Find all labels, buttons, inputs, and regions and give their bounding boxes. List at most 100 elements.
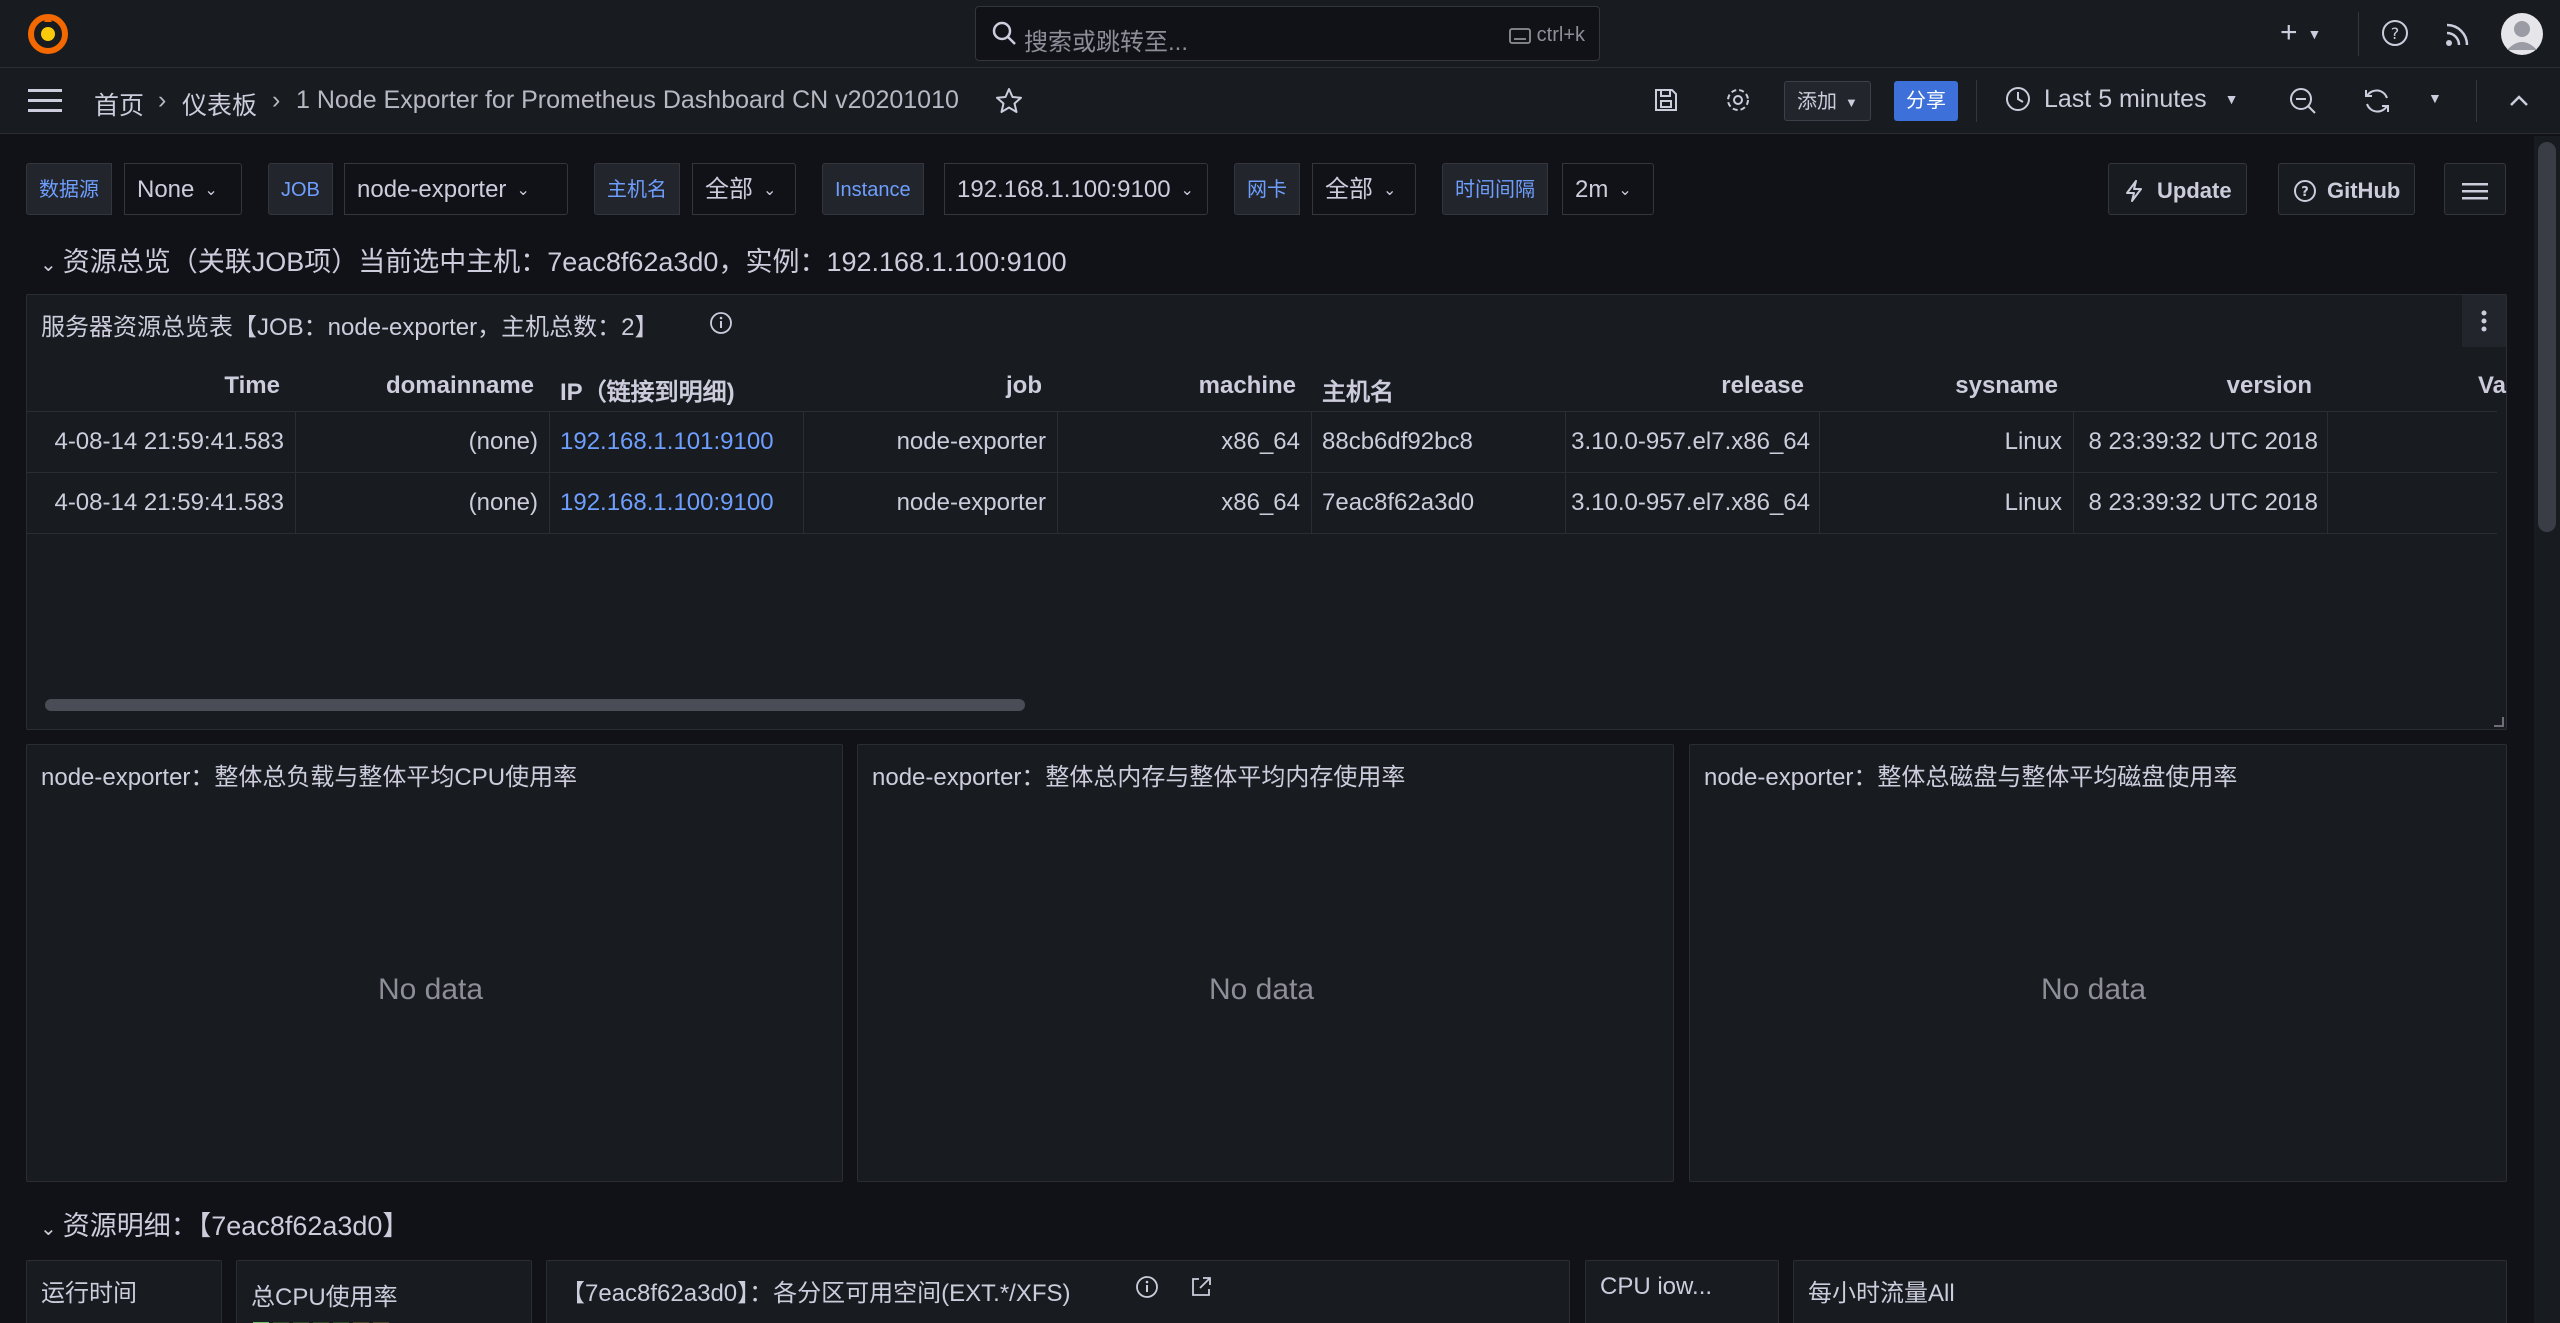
table-cell-hostname: 7eac8f62a3d0	[1322, 489, 1475, 516]
page-scrollbar-thumb[interactable]	[2538, 142, 2556, 532]
table-header-ip[interactable]: IP（链接到明细)	[560, 372, 735, 407]
table-cell-machine: x86_64	[1221, 428, 1300, 455]
table-header-time[interactable]: Time	[40, 372, 280, 400]
time-picker-button[interactable]: Last 5 minutes ▼	[2004, 84, 2238, 120]
keyboard-icon	[1508, 27, 1531, 44]
refresh-icon	[2365, 89, 2389, 113]
chevron-down-icon: ⌄	[204, 181, 218, 199]
chevron-down-icon: ⌄	[1383, 181, 1397, 199]
breadcrumb-dashboards[interactable]: 仪表板	[182, 86, 257, 122]
resize-handle-icon[interactable]	[2494, 717, 2504, 727]
help-icon: ?	[2382, 20, 2408, 46]
new-menu-button[interactable]: + ▼	[2280, 16, 2321, 50]
chevron-down-icon: ▼	[1845, 94, 1858, 110]
bolt-icon	[2126, 180, 2142, 203]
save-dashboard-button[interactable]	[1652, 86, 1680, 121]
no-data-message: No data	[1209, 973, 1315, 1006]
panel-title: 运行时间	[41, 1280, 137, 1307]
table-header-sysname[interactable]: sysname	[1818, 372, 2058, 400]
table-cell-time: 4-08-14 21:59:41.583	[54, 489, 284, 516]
variable-value-instance: 192.168.1.100:9100	[957, 176, 1171, 203]
search-input[interactable]: 搜索或跳转至... ctrl+k	[975, 6, 1600, 61]
table-row-divider	[27, 533, 2497, 534]
no-data-message: No data	[378, 973, 484, 1006]
news-feed-button[interactable]	[2444, 20, 2472, 55]
update-link-label: Update	[2157, 178, 2232, 204]
horizontal-scrollbar[interactable]	[45, 699, 1025, 711]
add-button[interactable]: 添加 ▼	[1784, 81, 1871, 121]
user-avatar[interactable]	[2500, 12, 2544, 63]
table-cell-ip-link[interactable]: 192.168.1.101:9100	[560, 428, 774, 456]
panel-title: node-exporter：整体总内存与整体平均内存使用率	[872, 764, 1406, 791]
variable-select-nic[interactable]: 全部 ⌄	[1312, 163, 1416, 215]
table-header-hostname[interactable]: 主机名	[1322, 372, 1394, 407]
table-cell-release: 3.10.0-957.el7.x86_64	[1571, 489, 1810, 516]
cpu-iowait-panel: CPU iow...	[1585, 1260, 1779, 1323]
table-cell-hostname: 88cb6df92bc8	[1322, 428, 1473, 455]
zoom-out-button[interactable]	[2288, 86, 2318, 123]
grafana-logo-icon[interactable]	[26, 12, 70, 56]
variable-select-hostname[interactable]: 全部 ⌄	[692, 163, 796, 215]
variable-select-instance[interactable]: 192.168.1.100:9100 ⌄	[944, 163, 1208, 215]
github-link-button[interactable]: ? GitHub	[2278, 163, 2416, 215]
table-cell-version: 8 23:39:32 UTC 2018	[2088, 428, 2319, 455]
chevron-down-icon: ⌄	[1618, 181, 1632, 199]
refresh-button[interactable]	[2362, 86, 2392, 123]
hamburger-icon	[28, 89, 62, 112]
help-button[interactable]: ?	[2380, 18, 2410, 55]
variable-label-interval: 时间间隔	[1442, 163, 1548, 215]
partition-space-panel: 【7eac8f62a3d0】：各分区可用空间(EXT.*/XFS)	[546, 1260, 1570, 1323]
table-header-job[interactable]: job	[802, 372, 1042, 400]
share-button[interactable]: 分享	[1894, 81, 1958, 121]
panel-title: CPU iow...	[1600, 1273, 1713, 1300]
chevron-down-icon: ▼	[2307, 26, 2322, 43]
variable-select-interval[interactable]: 2m ⌄	[1562, 163, 1654, 215]
table-header-release[interactable]: release	[1564, 372, 1804, 400]
uptime-panel: 运行时间	[26, 1260, 222, 1323]
variable-select-datasource[interactable]: None ⌄	[124, 163, 242, 215]
panel-menu-button[interactable]	[2462, 295, 2506, 347]
table-header-machine[interactable]: machine	[1056, 372, 1296, 400]
no-data-message: No data	[2041, 973, 2147, 1006]
table-cell-machine: x86_64	[1221, 489, 1300, 516]
dashboard-links-menu-button[interactable]	[2444, 163, 2506, 215]
variable-select-job[interactable]: node-exporter ⌄	[344, 163, 568, 215]
chevron-down-icon: ⌄	[516, 181, 530, 199]
disk-panel: node-exporter：整体总磁盘与整体平均磁盘使用率 No data	[1689, 744, 2507, 1182]
clock-icon	[2006, 87, 2030, 112]
collapse-toolbar-button[interactable]	[2506, 88, 2532, 121]
row-details-header[interactable]: ⌄ 资源明细：【7eac8f62a3d0】	[40, 1204, 409, 1243]
external-link-icon[interactable]	[1189, 1275, 1213, 1306]
save-icon	[1655, 89, 1677, 111]
update-link-button[interactable]: Update	[2108, 163, 2247, 215]
dashboard-settings-button[interactable]	[1724, 86, 1752, 121]
toolbar-divider	[1976, 80, 1977, 122]
table-cell-job: node-exporter	[896, 428, 1046, 455]
info-icon[interactable]	[709, 311, 733, 342]
panel-title: 总CPU使用率	[251, 1284, 398, 1311]
table-column-divider	[1311, 411, 1312, 533]
breadcrumb-current: 1 Node Exporter for Prometheus Dashboard…	[296, 86, 959, 114]
row-overview-header[interactable]: ⌄ 资源总览（关联JOB项）当前选中主机：7eac8f62a3d0，实例：192.…	[40, 240, 1067, 279]
table-cell-ip-link[interactable]: 192.168.1.100:9100	[560, 489, 774, 517]
variable-value-job: node-exporter	[357, 176, 507, 203]
memory-panel: node-exporter：整体总内存与整体平均内存使用率 No data	[857, 744, 1674, 1182]
refresh-interval-dropdown[interactable]: ▼	[2428, 90, 2442, 106]
breadcrumb-home[interactable]: 首页	[94, 86, 144, 122]
list-icon	[2462, 183, 2488, 200]
chevron-down-icon: ⌄	[40, 1218, 57, 1240]
svg-text:?: ?	[2301, 185, 2309, 200]
table-header-version[interactable]: version	[2072, 372, 2312, 400]
menu-toggle-button[interactable]	[28, 88, 62, 121]
table-header-va[interactable]: Va	[2478, 372, 2506, 400]
variable-value-hostname: 全部	[705, 176, 753, 203]
table-cell-time: 4-08-14 21:59:41.583	[54, 428, 284, 455]
info-icon[interactable]	[1135, 1275, 1159, 1306]
table-header-domainname[interactable]: domainname	[294, 372, 534, 400]
table-cell-version: 8 23:39:32 UTC 2018	[2088, 489, 2319, 516]
star-icon	[996, 88, 1022, 113]
mark-favorite-button[interactable]	[994, 86, 1024, 123]
panel-title: 每小时流量All	[1808, 1280, 1955, 1307]
panel-title: 【7eac8f62a3d0】：各分区可用空间(EXT.*/XFS)	[561, 1280, 1071, 1307]
chevron-down-icon: ▼	[2428, 90, 2442, 106]
